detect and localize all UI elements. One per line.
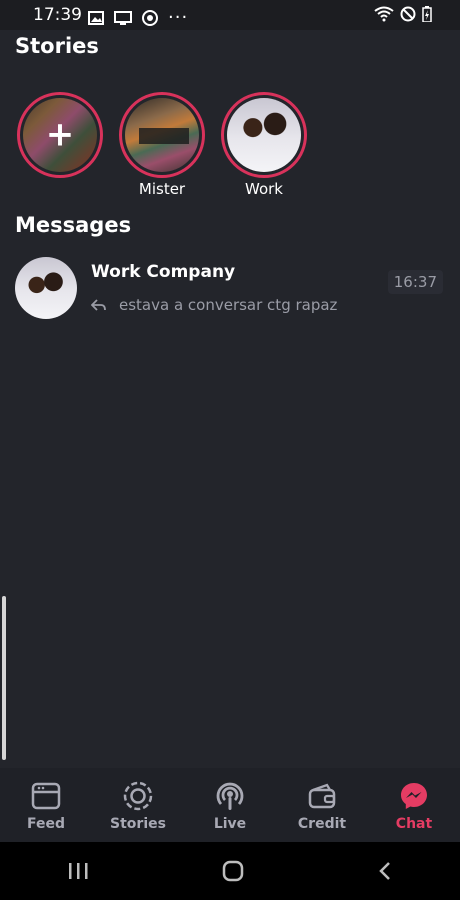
nav-credit[interactable]: Credit xyxy=(276,768,368,842)
nav-live[interactable]: Live xyxy=(184,768,276,842)
stories-icon xyxy=(123,781,153,811)
nav-chat[interactable]: Chat xyxy=(368,768,460,842)
story-ring xyxy=(119,92,205,178)
status-time: 17:39 xyxy=(33,5,82,25)
stories-title: Stories xyxy=(15,34,99,58)
home-icon[interactable] xyxy=(222,860,244,882)
conversation-preview-text: estava a conversar ctg rapaz xyxy=(119,296,338,314)
story-ring: + xyxy=(17,92,103,178)
wifi-icon xyxy=(374,6,394,22)
messages-title: Messages xyxy=(15,213,132,237)
image-icon xyxy=(88,10,104,25)
avatar xyxy=(15,257,77,319)
conversation-preview: estava a conversar ctg rapaz xyxy=(91,296,337,314)
messenger-icon xyxy=(401,783,427,809)
more-dots-icon: ··· xyxy=(168,7,189,28)
conversation-name: Work Company xyxy=(91,262,236,282)
back-icon[interactable] xyxy=(377,861,393,881)
nav-credit-label: Credit xyxy=(297,816,347,832)
battery-icon xyxy=(422,6,432,22)
nav-chat-label: Chat xyxy=(395,816,433,832)
conversation-row[interactable]: Work Company estava a conversar ctg rapa… xyxy=(0,250,460,325)
nav-stories-label: Stories xyxy=(110,816,166,832)
chrome-icon xyxy=(142,9,158,26)
status-icons-right xyxy=(374,6,432,22)
conversation-time: 16:37 xyxy=(387,270,443,294)
story-work[interactable]: Work xyxy=(219,92,309,198)
story-work-thumbnail xyxy=(227,98,301,172)
wallet-icon xyxy=(308,783,336,809)
nav-stories[interactable]: Stories xyxy=(92,768,184,842)
add-story-button[interactable]: + xyxy=(15,92,105,180)
story-mister[interactable]: Mister xyxy=(117,92,207,198)
status-bar: 17:39 ··· xyxy=(0,0,460,30)
reply-icon xyxy=(91,299,106,311)
story-label: Mister xyxy=(138,180,186,198)
live-icon xyxy=(216,782,244,810)
do-not-disturb-icon xyxy=(400,6,416,22)
scroll-indicator[interactable] xyxy=(2,596,6,760)
story-caption-box xyxy=(139,128,189,144)
system-nav-bar xyxy=(0,842,460,900)
nav-live-label: Live xyxy=(213,816,247,832)
bottom-nav: Feed Stories Live Credit Chat xyxy=(0,768,460,842)
story-mister-thumbnail xyxy=(125,98,199,172)
cast-icon xyxy=(114,10,132,25)
feed-icon xyxy=(31,782,61,810)
recents-icon[interactable] xyxy=(67,862,89,880)
nav-feed[interactable]: Feed xyxy=(0,768,92,842)
nav-feed-label: Feed xyxy=(26,816,65,832)
status-icons-left: ··· xyxy=(88,7,188,28)
add-story-thumbnail: + xyxy=(23,98,97,172)
story-label: Work xyxy=(245,180,283,198)
plus-icon: + xyxy=(45,114,75,155)
story-ring xyxy=(221,92,307,178)
